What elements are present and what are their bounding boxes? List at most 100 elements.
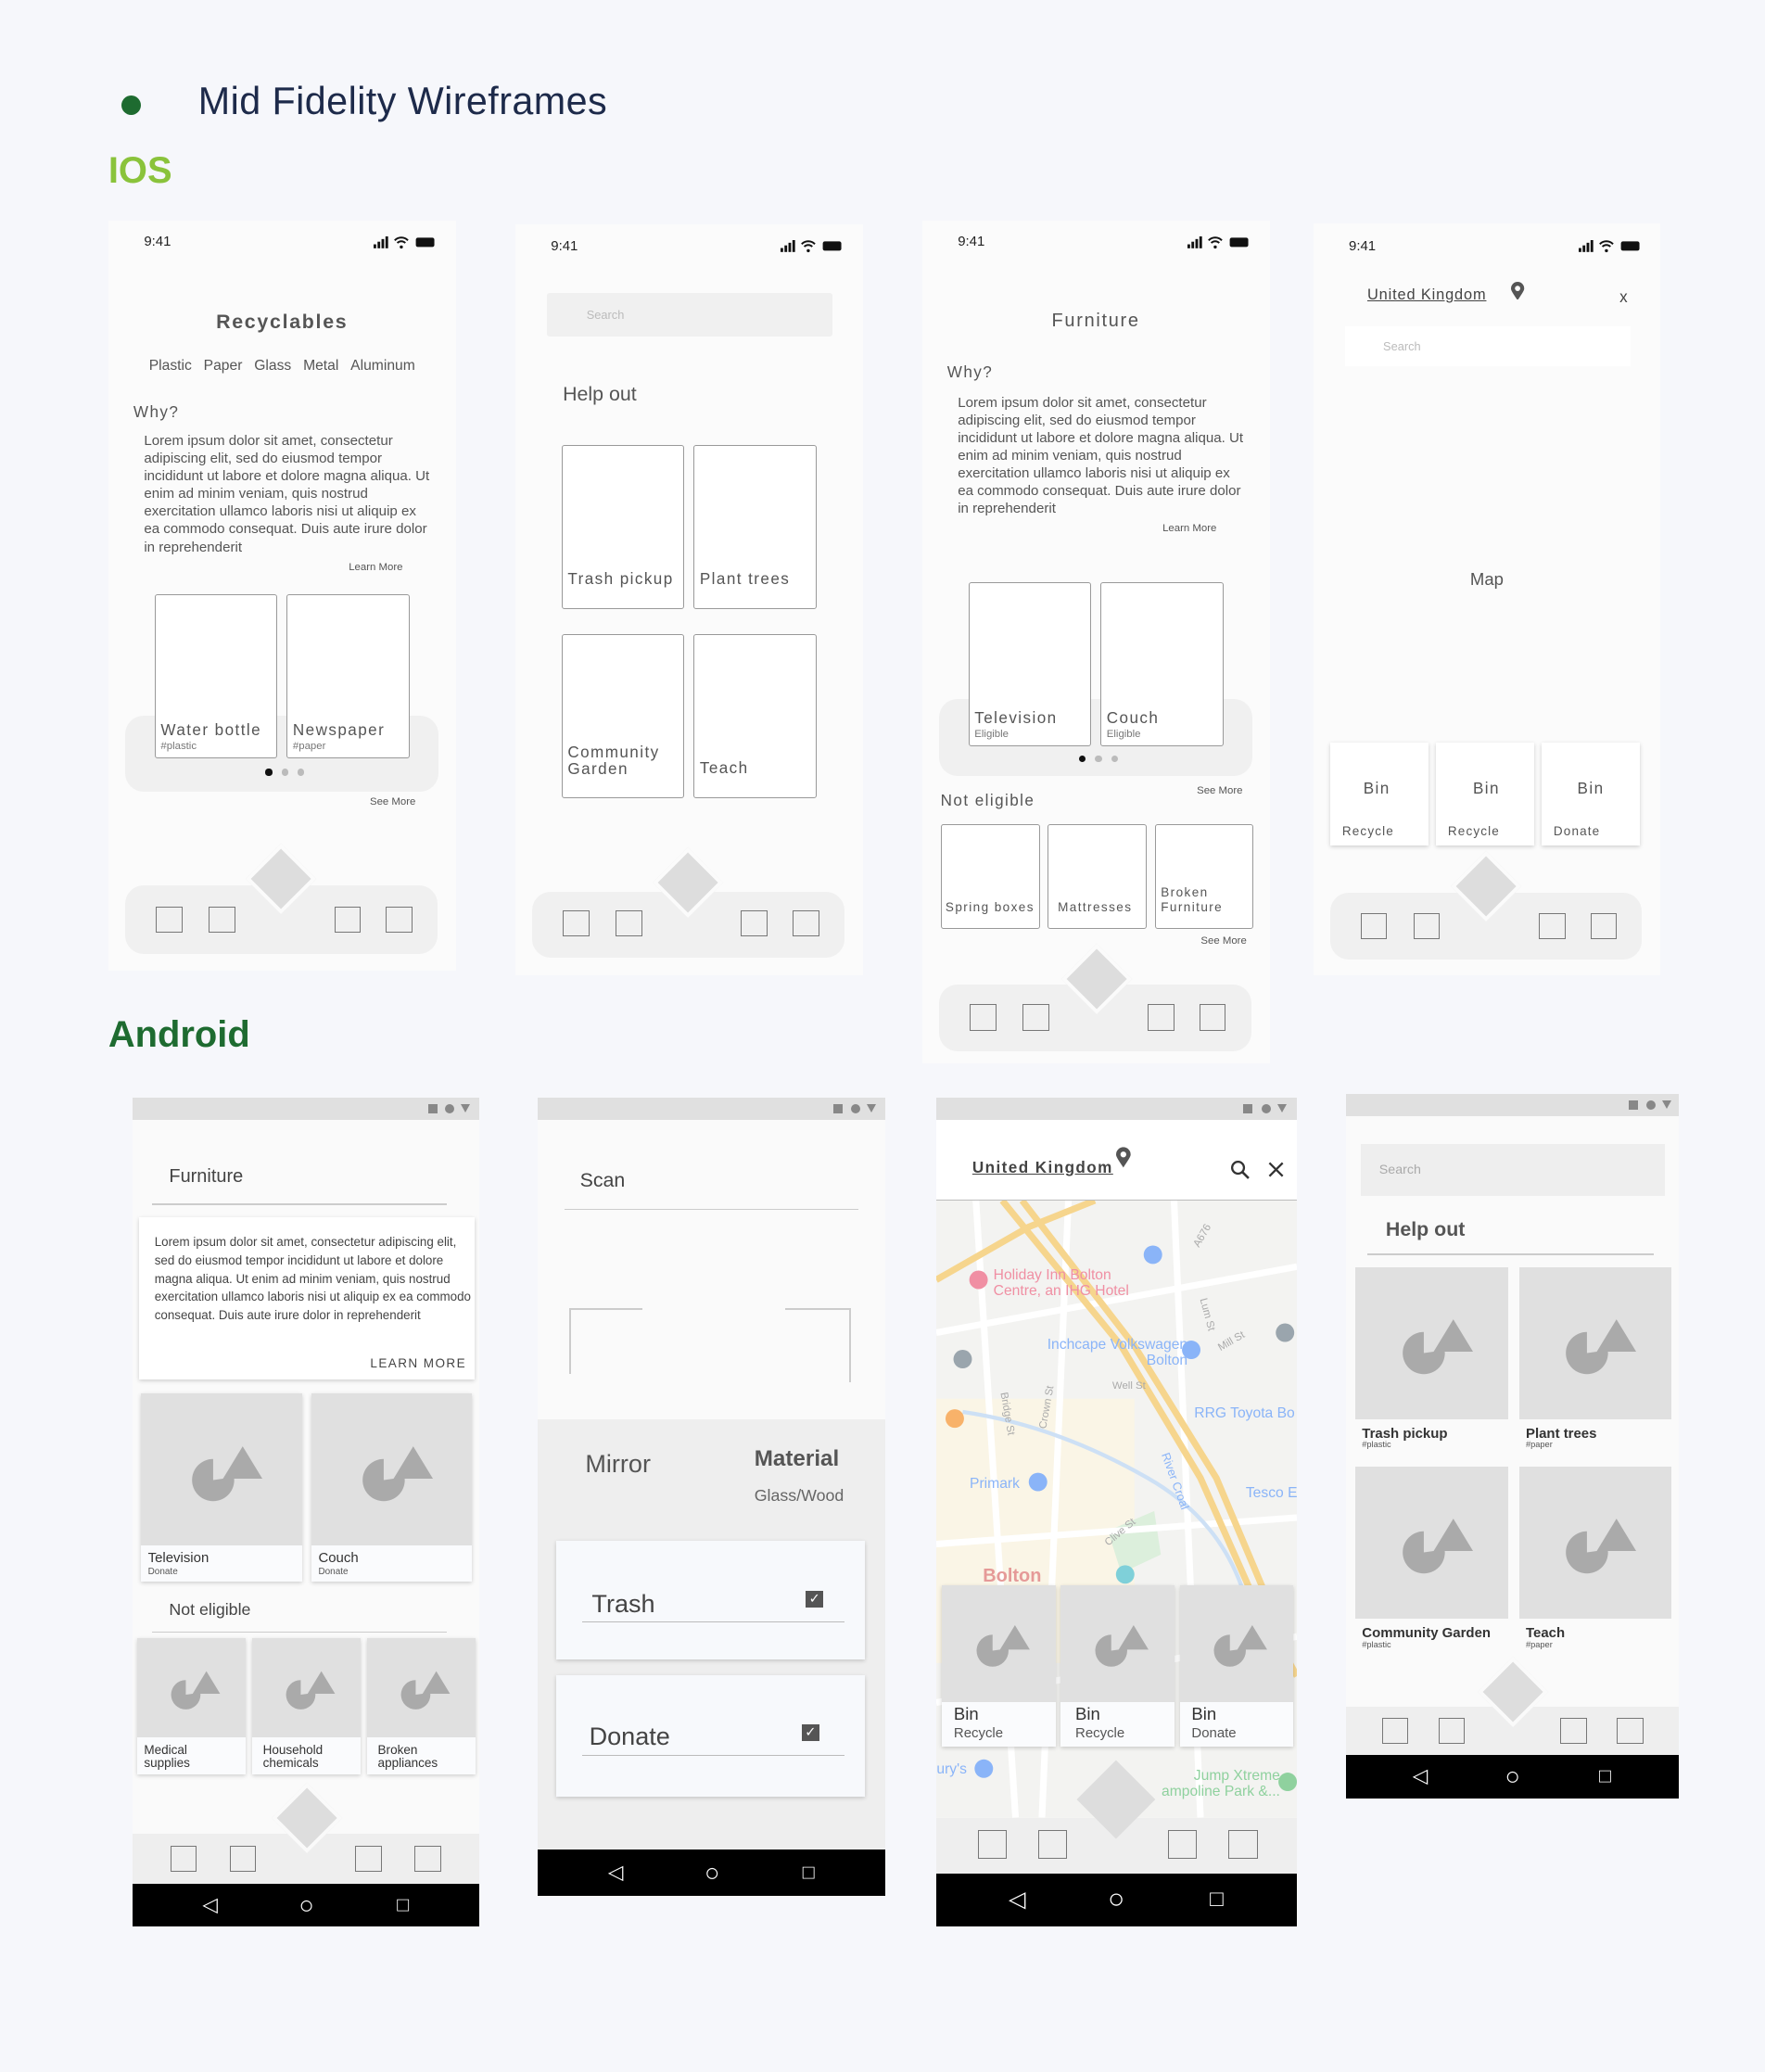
tab-icon[interactable] (1438, 1717, 1466, 1745)
help-card[interactable]: Community Garden #plastic (1355, 1466, 1509, 1652)
divider (151, 1203, 447, 1205)
back-button[interactable]: ◁ (202, 1893, 217, 1916)
checkbox-checked[interactable]: ✓ (806, 1590, 823, 1608)
tab-icon[interactable] (170, 1845, 197, 1873)
image-placeholder-icon (362, 1445, 433, 1501)
scan-frame-corner (569, 1307, 642, 1375)
not-eligible-card[interactable]: Mattresses (1048, 824, 1147, 929)
help-card[interactable]: Community Garden (561, 634, 685, 798)
tab-icon[interactable] (1167, 1829, 1198, 1860)
carousel-dot[interactable] (1095, 756, 1102, 763)
tab-icon[interactable] (1617, 1717, 1644, 1745)
home-button[interactable]: ○ (1505, 1761, 1520, 1791)
search-icon[interactable] (1230, 1160, 1250, 1180)
tab-plastic[interactable]: Plastic (149, 358, 192, 375)
recent-apps-button[interactable]: □ (1210, 1887, 1224, 1913)
back-button[interactable]: ◁ (1413, 1765, 1428, 1788)
tab-icon[interactable] (1228, 1829, 1258, 1860)
home-button[interactable]: ○ (298, 1890, 313, 1920)
option-card-donate[interactable]: Donate ✓ (555, 1675, 866, 1798)
tab-icon[interactable] (1413, 912, 1441, 940)
item-card[interactable]: Couch Donate (311, 1393, 472, 1582)
tab-icon[interactable] (414, 1845, 441, 1873)
tab-icon[interactable] (741, 909, 768, 937)
tab-icon[interactable] (1038, 1829, 1068, 1860)
tab-icon[interactable] (977, 1829, 1007, 1860)
card-label: Community Garden (567, 743, 660, 779)
carousel-dot-active[interactable] (265, 769, 273, 776)
home-button[interactable]: ○ (1108, 1884, 1124, 1915)
close-button[interactable]: x (1619, 288, 1628, 307)
map-placeholder[interactable]: Map (1314, 569, 1661, 590)
tab-icon[interactable] (1560, 1717, 1587, 1745)
tab-aluminum[interactable]: Aluminum (350, 358, 415, 375)
tab-icon[interactable] (386, 906, 413, 934)
help-card[interactable]: Plant trees #paper (1518, 1266, 1671, 1453)
tab-icon[interactable] (1148, 1004, 1175, 1031)
tab-icon[interactable] (1590, 912, 1618, 940)
tab-icon[interactable] (209, 906, 235, 934)
image-placeholder-icon (171, 1671, 221, 1710)
tab-glass[interactable]: Glass (254, 358, 291, 375)
bin-card[interactable]: Bin Donate (1179, 1585, 1294, 1747)
see-more-link[interactable]: See More (370, 796, 415, 807)
tab-icon[interactable] (1199, 1004, 1226, 1031)
tab-icon[interactable] (1022, 1004, 1049, 1031)
bin-card[interactable]: Bin Donate (1542, 742, 1640, 846)
help-card[interactable]: Teach #paper (1518, 1466, 1671, 1652)
back-button[interactable]: ◁ (608, 1862, 623, 1885)
back-button[interactable]: ◁ (1009, 1887, 1026, 1913)
carousel-dot[interactable] (1111, 756, 1118, 763)
item-card[interactable]: Newspaper #paper (286, 594, 410, 758)
carousel-dot[interactable] (281, 769, 288, 776)
tab-icon[interactable] (1360, 912, 1388, 940)
not-eligible-card[interactable]: Medical supplies (137, 1638, 247, 1774)
tab-icon[interactable] (1381, 1717, 1409, 1745)
help-card[interactable]: Plant trees (693, 445, 817, 609)
search-input[interactable]: Search (546, 293, 832, 337)
tab-icon[interactable] (563, 909, 590, 937)
location-link[interactable]: United Kingdom (972, 1159, 1113, 1177)
bin-card[interactable]: Bin Recycle (1330, 742, 1429, 846)
item-card[interactable]: Water bottle #plastic (154, 594, 278, 758)
tab-icon[interactable] (616, 909, 642, 937)
tab-icon[interactable] (355, 1845, 382, 1873)
learn-more-button[interactable]: LEARN MORE (370, 1356, 466, 1370)
help-card[interactable]: Trash pickup (561, 445, 685, 609)
item-card[interactable]: Television Eligible (968, 582, 1092, 747)
tab-metal[interactable]: Metal (303, 358, 338, 375)
not-eligible-card[interactable]: Household chemicals (252, 1638, 362, 1774)
see-more-link[interactable]: See More (1197, 785, 1242, 796)
tab-paper[interactable]: Paper (204, 358, 243, 375)
option-card-trash[interactable]: Trash ✓ (555, 1540, 866, 1659)
carousel-dot[interactable] (297, 769, 304, 776)
bin-card[interactable]: Bin Recycle (1060, 1585, 1175, 1747)
checkbox-checked[interactable]: ✓ (802, 1723, 819, 1742)
see-more-link[interactable]: See More (1200, 935, 1246, 947)
search-input[interactable]: Search (1344, 325, 1631, 366)
learn-more-link[interactable]: Learn More (349, 562, 402, 573)
recent-apps-button[interactable]: □ (803, 1862, 815, 1885)
not-eligible-card[interactable]: Spring boxes (940, 824, 1040, 929)
recent-apps-button[interactable]: □ (397, 1893, 409, 1916)
close-icon[interactable] (1268, 1162, 1284, 1177)
location-link[interactable]: United Kingdom (1367, 286, 1486, 304)
learn-more-link[interactable]: Learn More (1162, 523, 1216, 534)
search-input[interactable]: Search (1360, 1144, 1665, 1196)
not-eligible-card[interactable]: Broken Furniture (1154, 824, 1254, 929)
bin-card[interactable]: Bin Recycle (1436, 742, 1534, 846)
item-card[interactable]: Television Donate (141, 1393, 303, 1582)
bin-card[interactable]: Bin Recycle (942, 1585, 1056, 1747)
tab-icon[interactable] (1539, 912, 1566, 940)
tab-icon[interactable] (156, 906, 183, 934)
tab-icon[interactable] (970, 1004, 997, 1031)
tab-icon[interactable] (334, 906, 362, 934)
not-eligible-card[interactable]: Broken appliances (367, 1638, 476, 1774)
recent-apps-button[interactable]: □ (1599, 1765, 1611, 1788)
help-card[interactable]: Teach (693, 634, 817, 798)
help-card[interactable]: Trash pickup #plastic (1355, 1266, 1509, 1453)
tab-icon[interactable] (793, 909, 819, 937)
home-button[interactable]: ○ (705, 1858, 719, 1888)
tab-icon[interactable] (229, 1845, 257, 1873)
item-card[interactable]: Couch Eligible (1100, 582, 1224, 747)
